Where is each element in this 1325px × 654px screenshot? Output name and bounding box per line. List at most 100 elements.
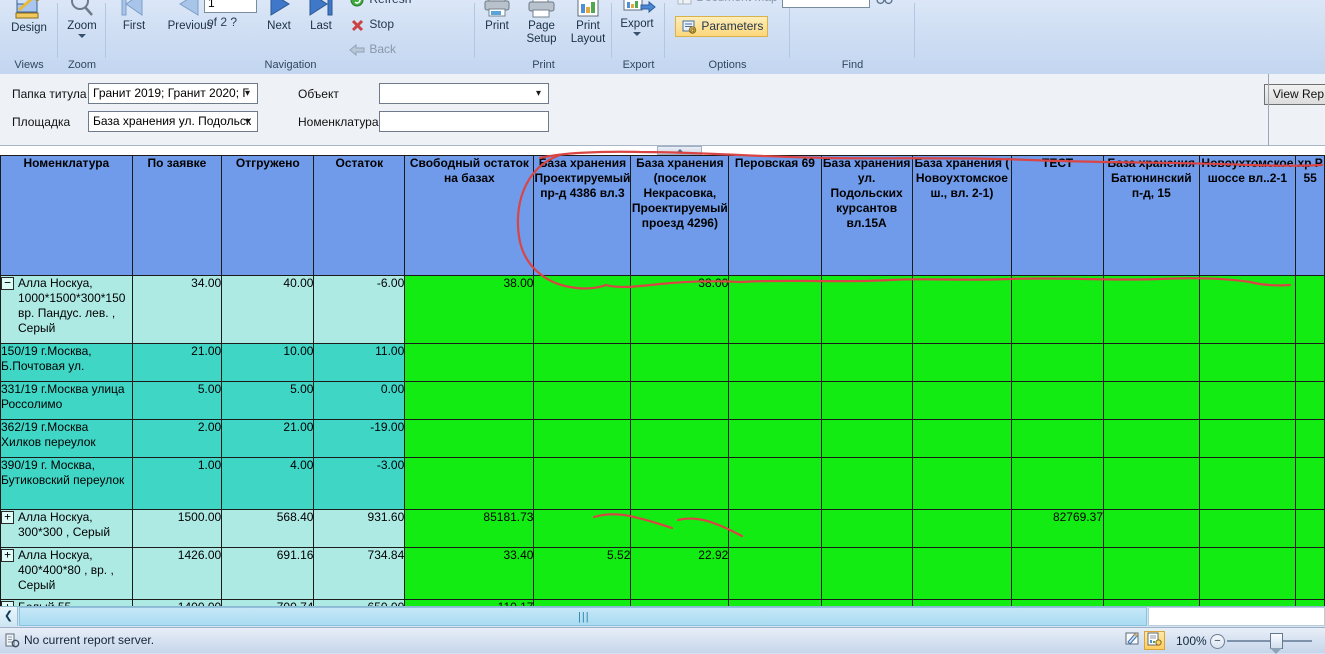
cell-perovskaya: [728, 419, 822, 458]
row-expander-toggle[interactable]: +: [1, 549, 14, 562]
parameters-button[interactable]: @ Parameters: [675, 16, 769, 37]
print-button[interactable]: Print: [475, 0, 519, 33]
scroll-left-button[interactable]: ❮: [0, 607, 18, 626]
row-name-label: 150/19 г.Москва, Б.Почтовая ул.: [1, 344, 92, 374]
back-button[interactable]: Back: [348, 40, 396, 59]
cell-po_zayavke: 34.00: [131, 275, 223, 344]
ribbon-group-print: Print Page Setup Print Layout Print: [475, 0, 612, 74]
last-page-button[interactable]: Last: [300, 0, 342, 33]
report-body: Номенклатура По заявке Отгружено Остаток Сво…: [0, 146, 1325, 606]
cell-perovskaya: [728, 275, 822, 344]
view-report-button[interactable]: View Rep: [1263, 84, 1325, 105]
cell-partial: [1295, 343, 1325, 382]
document-map-button[interactable]: Document Map: [675, 0, 778, 7]
horizontal-scrollbar[interactable]: ❮ |||: [0, 606, 1325, 626]
chevron-down-icon[interactable]: [78, 34, 86, 38]
cell-podolskih: [820, 381, 913, 420]
folder-combo[interactable]: Гранит 2019; Гранит 2020; Г ▾: [88, 83, 258, 104]
print-layout-button[interactable]: Print Layout: [565, 0, 611, 46]
chevron-down-icon[interactable]: [633, 32, 641, 36]
first-page-button[interactable]: First: [112, 0, 156, 33]
folder-combo-value: Гранит 2019; Гранит 2020; Г: [93, 86, 249, 100]
row-name-label: Алла Носкуа, 1000*1500*300*150 вр. Панду…: [18, 276, 126, 336]
cell-baza_4386: [533, 457, 632, 510]
cell-test: [1011, 343, 1104, 382]
stop-button[interactable]: Stop: [348, 15, 394, 34]
cell-po_zayavke: 2.00: [131, 419, 223, 458]
cell-baza_4386: [533, 343, 632, 382]
table-row[interactable]: 331/19 г.Москва улица Россолимо 5.00 5.00 0…: [0, 381, 1325, 420]
zoom-out-button[interactable]: −: [1210, 634, 1225, 649]
page-number-input[interactable]: 1: [204, 0, 257, 13]
cell-nomenclature: + Алла Носкуа, 400*400*80 , вр. , Серый: [0, 547, 133, 600]
magnifier-icon: [55, 0, 109, 20]
site-combo[interactable]: База хранения ул. Подольск ▾: [88, 111, 258, 132]
cell-podolskih: [820, 275, 913, 344]
cell-batyuninskiy: [1103, 547, 1200, 600]
find-binoculars-icon[interactable]: [876, 0, 893, 8]
cell-otgruzheno: 10.00: [221, 343, 315, 382]
table-row[interactable]: 390/19 г. Москва, Бутиковский переулок 1.…: [0, 457, 1325, 510]
row-expander-toggle[interactable]: +: [1, 511, 14, 524]
column-header-svobodnyy: Свободный остаток на базах: [404, 155, 535, 276]
table-row[interactable]: 150/19 г.Москва, Б.Почтовая ул. 21.00 10.0…: [0, 343, 1325, 382]
options-group-caption: Options: [708, 59, 747, 71]
print-group-caption: Print: [532, 59, 555, 71]
table-row[interactable]: 362/19 г.Москва Хилков переулок 2.00 21.00…: [0, 419, 1325, 458]
column-header-perovskaya: Перовская 69: [728, 155, 822, 276]
next-page-button[interactable]: Next: [258, 0, 300, 33]
page-setup-icon: [518, 0, 565, 20]
cell-otgruzheno: 40.00: [221, 275, 315, 344]
design-button[interactable]: Design: [2, 0, 56, 35]
find-input[interactable]: [782, 0, 870, 8]
next-page-icon: [258, 0, 300, 20]
table-row[interactable]: − Алла Носкуа, 1000*1500*300*150 вр. Панд…: [0, 275, 1325, 344]
site-label: Площадка: [12, 115, 71, 129]
cell-partial: [1295, 275, 1325, 344]
cell-otgruzheno: 21.00: [221, 419, 315, 458]
export-button[interactable]: Export: [611, 0, 663, 36]
cell-svobodnyy: [404, 457, 535, 510]
parameters-panel: Папка титула Гранит 2019; Гранит 2020; Г…: [0, 74, 1325, 146]
zoom-level-label: 100%: [1176, 634, 1207, 648]
chevron-down-icon[interactable]: ▾: [240, 84, 255, 103]
object-label: Объект: [298, 87, 339, 101]
cell-baza_nekrasovka: 38.00: [630, 275, 730, 344]
page-setup-button[interactable]: Page Setup: [518, 0, 565, 46]
cell-ostatok: 11.00: [313, 343, 406, 382]
navigation-group-caption: Navigation: [264, 59, 317, 71]
zoom-slider-handle[interactable]: [1270, 633, 1283, 654]
first-page-icon: [112, 0, 156, 20]
column-header-novouhtomskoe_shosse: Новоухтомское шоссе вл..2-1: [1198, 155, 1297, 276]
column-header-test: ТЕСТ: [1011, 155, 1104, 276]
page-view-toggle[interactable]: [1122, 631, 1143, 650]
table-row[interactable]: + Алла Носкуа, 400*400*80 , вр. , Серый 14…: [0, 547, 1325, 600]
cell-baza_4386: [533, 381, 632, 420]
column-header-baza_nekrasovka: База хранения (поселок Некрасовка, Проек…: [630, 155, 730, 276]
object-combo[interactable]: ▾: [379, 83, 549, 104]
cell-novouhtomskoe_2_1: [911, 547, 1013, 600]
report-table: Номенклатура По заявке Отгружено Остаток Сво…: [0, 155, 1325, 606]
cell-batyuninskiy: [1103, 509, 1200, 548]
print-layout-toggle[interactable]: [1144, 631, 1165, 650]
scrollbar-thumb[interactable]: |||: [19, 607, 1147, 626]
table-header-row: Номенклатура По заявке Отгружено Остаток Сво…: [0, 155, 1325, 276]
row-expander-toggle[interactable]: −: [1, 277, 14, 290]
scrollbar-track[interactable]: [1148, 607, 1325, 626]
cell-novouhtomskoe_shosse: [1198, 381, 1297, 420]
document-map-icon: [675, 0, 693, 7]
table-row[interactable]: + Алла Носкуа, 300*300 , Серый 1500.00 568.…: [0, 509, 1325, 548]
chevron-down-icon[interactable]: ▾: [531, 84, 546, 103]
cell-novouhtomskoe_shosse: [1198, 509, 1297, 548]
cell-perovskaya: [728, 343, 822, 382]
zoom-button[interactable]: Zoom: [55, 0, 109, 38]
export-icon: [611, 0, 663, 18]
cell-baza_nekrasovka: [630, 457, 730, 510]
report-viewer-window: Design Views Zoom Zoom First Previous 1 …: [0, 0, 1325, 654]
scroll-up-button[interactable]: [657, 146, 702, 155]
cell-podolskih: [820, 509, 913, 548]
last-page-icon: [300, 0, 342, 20]
chevron-down-icon[interactable]: ▾: [240, 112, 255, 131]
refresh-button[interactable]: Refresh: [348, 0, 411, 9]
nomenclature-input[interactable]: [379, 111, 549, 132]
